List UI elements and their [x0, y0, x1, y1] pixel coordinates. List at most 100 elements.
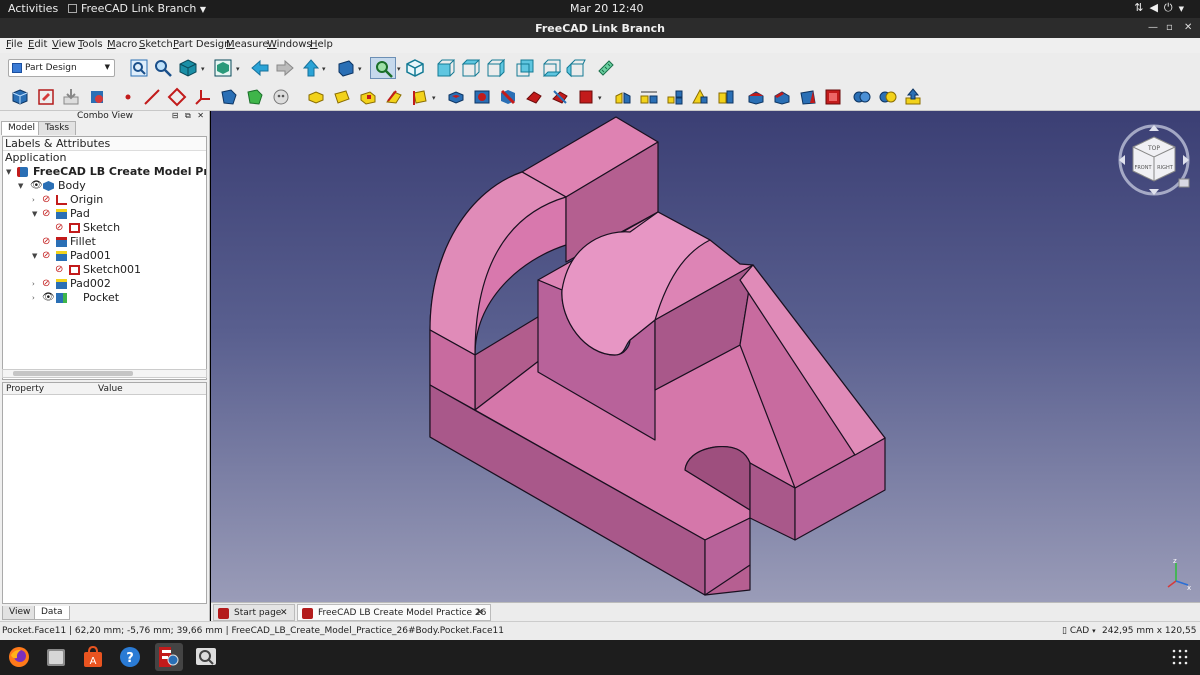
fit-all-icon[interactable] [129, 58, 149, 78]
subtractive-pipe-icon[interactable] [550, 87, 570, 107]
chevron-down-icon[interactable]: ▾ [236, 65, 240, 73]
tree-document[interactable]: ▼ FreeCAD LB Create Model Prac [3, 165, 206, 179]
nav-up-icon[interactable] [301, 58, 321, 78]
tab-view[interactable]: View [2, 606, 38, 620]
close-icon[interactable]: ✕ [476, 605, 484, 621]
chevron-down-icon[interactable]: ▾ [397, 65, 401, 73]
hidden-eye-icon[interactable]: ⊘ [42, 277, 50, 291]
groove-icon[interactable] [498, 87, 518, 107]
maximize-button[interactable]: ▫ [1166, 22, 1173, 33]
tab-start-page[interactable]: Start page ✕ [213, 604, 295, 621]
chevron-down-icon[interactable]: ▼ [6, 165, 11, 179]
chevron-right-icon[interactable]: › [32, 277, 35, 291]
model-tree[interactable]: Labels & Attributes Application ▼ FreeCA… [2, 136, 207, 380]
menu-part-design[interactable]: Part Design [173, 39, 230, 50]
rear-view-icon[interactable] [515, 58, 535, 78]
pocket-icon[interactable] [446, 87, 466, 107]
image-viewer-icon[interactable] [194, 645, 218, 669]
boolean-common-icon[interactable] [878, 87, 898, 107]
menu-windows[interactable]: Windows [267, 39, 312, 50]
chevron-down-icon[interactable]: ▾ [201, 65, 205, 73]
hidden-eye-icon[interactable]: ⊘ [42, 249, 50, 263]
software-icon[interactable]: A [81, 645, 105, 669]
subtractive-helix-icon[interactable] [576, 87, 596, 107]
chevron-down-icon[interactable]: ▾ [432, 94, 436, 102]
files-icon[interactable] [44, 645, 68, 669]
chevron-down-icon[interactable]: ▾ [598, 94, 602, 102]
minimize-button[interactable]: — [1148, 22, 1158, 33]
menu-view[interactable]: View [52, 39, 76, 50]
property-editor[interactable]: Property Value [2, 382, 207, 604]
chevron-down-icon[interactable]: ▼ [18, 179, 23, 193]
firefox-icon[interactable] [7, 645, 31, 669]
hidden-eye-icon[interactable]: ⊘ [55, 221, 63, 235]
close-button[interactable]: ✕ [1184, 22, 1192, 33]
tab-data[interactable]: Data [34, 606, 70, 620]
menu-tools[interactable]: Tools [78, 39, 103, 50]
attach-sketch-icon[interactable] [87, 87, 107, 107]
chevron-down-icon[interactable]: ▾ [358, 65, 362, 73]
hidden-eye-icon[interactable]: ⊘ [42, 207, 50, 221]
additive-helix-icon[interactable] [410, 87, 430, 107]
chevron-down-icon[interactable]: ▼ [32, 249, 37, 263]
hidden-eye-icon[interactable]: ⊘ [42, 193, 50, 207]
help-icon[interactable]: ? [118, 645, 142, 669]
additive-loft-icon[interactable] [358, 87, 378, 107]
chevron-right-icon[interactable]: › [32, 291, 35, 305]
part-model[interactable] [211, 111, 1200, 602]
draw-style-icon[interactable] [178, 58, 198, 78]
chevron-right-icon[interactable]: › [32, 193, 35, 207]
measure-icon[interactable] [596, 58, 616, 78]
boolean-icon[interactable] [852, 87, 872, 107]
3d-viewport[interactable]: TOP FRONT RIGHT z x [211, 111, 1200, 602]
plane-icon[interactable] [167, 87, 187, 107]
point-icon[interactable] [118, 87, 138, 107]
hidden-eye-icon[interactable]: ⊘ [42, 235, 50, 249]
menu-file[interactable]: File [6, 39, 23, 50]
freecad-icon[interactable] [155, 643, 183, 671]
tab-document[interactable]: FreeCAD LB Create Model Practice 26 : 1 … [297, 604, 491, 634]
system-menu[interactable]: ⇅◀⏻▼ [1134, 1, 1190, 15]
create-sketch-icon[interactable] [36, 87, 56, 107]
fit-selection-icon[interactable] [153, 58, 173, 78]
nav-forward-icon[interactable] [275, 58, 295, 78]
fillet-icon[interactable] [746, 87, 766, 107]
subtractive-loft-icon[interactable] [524, 87, 544, 107]
chevron-down-icon[interactable]: ▾ [322, 65, 326, 73]
front-view-icon[interactable] [435, 58, 455, 78]
menu-measure[interactable]: Measure [226, 39, 269, 50]
draft-icon[interactable] [798, 87, 818, 107]
zoom-icon[interactable] [370, 57, 396, 79]
revolution-icon[interactable] [332, 87, 352, 107]
linear-pattern-icon[interactable] [639, 87, 659, 107]
multi-transform-icon[interactable] [690, 87, 710, 107]
polar-pattern-icon[interactable] [665, 87, 685, 107]
window-titlebar[interactable]: FreeCAD Link Branch — ▫ ✕ [0, 18, 1200, 38]
navcube-menu-icon[interactable] [1178, 178, 1190, 188]
tab-model[interactable]: Model [1, 121, 43, 135]
additive-pipe-icon[interactable] [384, 87, 404, 107]
pad-icon[interactable] [306, 87, 326, 107]
menu-edit[interactable]: Edit [28, 39, 47, 50]
right-view-icon[interactable] [485, 58, 505, 78]
activities-button[interactable]: Activities [8, 2, 58, 15]
menu-macro[interactable]: Macro [107, 39, 137, 50]
close-icon[interactable]: ✕ [280, 605, 288, 621]
dock-controls[interactable]: ⊟ ⧉ ✕ [172, 111, 206, 121]
line-icon[interactable] [142, 87, 162, 107]
mirrored-icon[interactable] [613, 87, 633, 107]
create-body-icon[interactable] [10, 87, 30, 107]
menu-help[interactable]: Help [310, 39, 333, 50]
app-grid-icon[interactable] [1172, 649, 1188, 665]
shape-binder-icon[interactable] [219, 87, 239, 107]
clone-icon[interactable] [271, 87, 291, 107]
hole-icon[interactable] [472, 87, 492, 107]
nav-back-icon[interactable] [250, 58, 270, 78]
tab-tasks[interactable]: Tasks [38, 121, 77, 135]
hidden-eye-icon[interactable]: ⊘ [55, 263, 63, 277]
multi-pattern-icon[interactable] [716, 87, 736, 107]
chamfer-icon[interactable] [772, 87, 792, 107]
bounding-box-icon[interactable] [213, 58, 233, 78]
workbench-selector[interactable]: Part Design ▼ [8, 59, 115, 77]
bottom-view-icon[interactable] [541, 58, 561, 78]
